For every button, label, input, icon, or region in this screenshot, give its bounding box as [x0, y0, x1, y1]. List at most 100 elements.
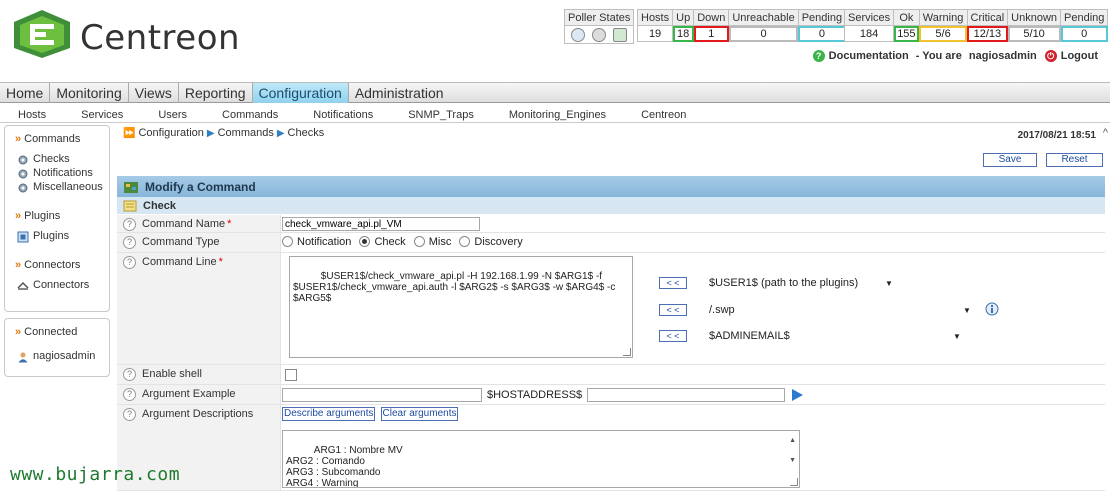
menu-views[interactable]: Views — [129, 83, 179, 103]
sidebar-item-miscellaneous[interactable]: Miscellaneous — [17, 181, 103, 194]
sidebar-item-notifications[interactable]: Notifications — [17, 167, 103, 180]
sidebar-item-plugins[interactable]: Plugins — [17, 230, 103, 243]
breadcrumb-item[interactable]: Commands — [218, 127, 274, 139]
insert-user-macro-button[interactable]: < < — [659, 277, 687, 289]
breadcrumb-item[interactable]: Configuration — [138, 127, 203, 139]
argument-descriptions-row: ? Argument Descriptions Describe argumen… — [117, 405, 1105, 491]
menu-reporting[interactable]: Reporting — [179, 83, 253, 103]
command-name-label: ? Command Name * — [117, 215, 281, 232]
reset-button[interactable]: Reset — [1046, 153, 1103, 167]
dropdown-arrow-icon[interactable]: ▼ — [885, 279, 893, 288]
collapse-chevron-icon[interactable]: ^ — [1103, 127, 1108, 139]
form-section-title: Check — [143, 199, 177, 212]
sidebar-item-connectors[interactable]: Connectors — [17, 279, 103, 292]
insert-resource-macro-button[interactable]: < < — [659, 304, 687, 316]
radio-check[interactable] — [359, 236, 371, 247]
scroll-up-icon[interactable]: ▲ — [789, 435, 796, 446]
services-warning[interactable]: 5/6 — [918, 25, 968, 42]
double-chevron-icon: » — [15, 259, 22, 271]
sidebar-item-checks[interactable]: Checks — [17, 153, 103, 166]
submenu-users[interactable]: Users — [158, 107, 222, 122]
argument-list-textarea[interactable]: ARG1 : Nombre MV ARG2 : Comando ARG3 : S… — [282, 430, 800, 488]
hosts-pending[interactable]: 0 — [797, 25, 847, 42]
poller-clock-icon[interactable] — [571, 27, 586, 42]
radio-label: Misc — [428, 236, 452, 248]
help-icon[interactable]: ? — [123, 236, 136, 249]
play-arrow-icon[interactable] — [790, 388, 804, 402]
breadcrumb: ⏩ Configuration ▶ Commands ▶ Checks — [123, 127, 324, 139]
dropdown-arrow-icon[interactable]: ▼ — [953, 332, 961, 341]
radio-misc[interactable] — [413, 236, 425, 247]
submenu-monitoring-engines[interactable]: Monitoring_Engines — [509, 107, 641, 122]
logout-icon[interactable]: ⏻ — [1044, 50, 1057, 62]
current-datetime: 2017/08/21 18:51 — [1017, 130, 1096, 141]
command-line-textarea[interactable]: $USER1$/check_vmware_api.pl -H 192.168.1… — [289, 256, 633, 358]
host-stats-header: Hosts — [636, 9, 674, 26]
services-ok[interactable]: 155 — [893, 25, 920, 42]
logout-link[interactable]: Logout — [1061, 50, 1098, 62]
hosts-up[interactable]: 18 — [672, 25, 695, 42]
field-label: Command Type — [142, 236, 220, 248]
describe-arguments-button[interactable]: Describe arguments — [282, 407, 376, 421]
required-marker: * — [227, 218, 232, 230]
sidebar-navigation: » Commands Checks Notifications Miscellan… — [4, 125, 110, 312]
help-icon[interactable]: ? — [123, 256, 136, 269]
submenu-notifications[interactable]: Notifications — [313, 107, 408, 122]
services-unknown[interactable]: 5/10 — [1007, 25, 1062, 42]
submenu-centreon[interactable]: Centreon — [641, 107, 704, 122]
poller-gear-icon[interactable] — [592, 27, 607, 42]
menu-configuration[interactable]: Configuration — [252, 83, 349, 103]
menu-administration[interactable]: Administration — [349, 83, 450, 103]
centreon-logo[interactable]: Centreon — [12, 8, 252, 60]
current-username: nagiosadmin — [968, 50, 1037, 62]
poller-arrow-icon[interactable] — [613, 27, 628, 42]
breadcrumb-item[interactable]: Checks — [288, 127, 325, 139]
help-icon[interactable]: ? — [123, 368, 136, 381]
admin-macro-select[interactable]: $ADMINEMAIL$ — [709, 330, 790, 342]
submenu-commands[interactable]: Commands — [222, 107, 313, 122]
save-button[interactable]: Save — [983, 153, 1037, 167]
services-critical[interactable]: 12/13 — [966, 25, 1009, 42]
service-stats-header: Critical — [966, 9, 1009, 26]
insert-admin-macro-button[interactable]: < < — [659, 330, 687, 342]
submenu-snmp-traps[interactable]: SNMP_Traps — [408, 107, 509, 122]
info-icon[interactable] — [985, 302, 999, 316]
sidebar-connected-user[interactable]: nagiosadmin — [17, 350, 103, 363]
argument-example-row: ? Argument Example $HOSTADDRESS$ — [117, 385, 1105, 405]
scroll-down-icon[interactable]: ▼ — [789, 455, 796, 466]
dropdown-arrow-icon[interactable]: ▼ — [963, 306, 971, 315]
help-icon[interactable]: ? — [123, 218, 136, 231]
clear-arguments-button[interactable]: Clear arguments — [380, 407, 459, 421]
resize-grip-icon[interactable] — [623, 348, 631, 356]
resource-macro-select[interactable]: /.swp — [709, 304, 735, 316]
documentation-link[interactable]: Documentation — [829, 50, 909, 62]
service-stats-header: Warning — [918, 9, 968, 26]
user-macro-select[interactable]: $USER1$ (path to the plugins) — [709, 277, 858, 289]
watermark-text: www.bujarra.com — [10, 464, 181, 485]
menu-monitoring[interactable]: Monitoring — [50, 83, 129, 103]
services-pending[interactable]: 0 — [1060, 25, 1109, 42]
radio-notification[interactable] — [282, 236, 293, 247]
argument-example-label: ? Argument Example — [117, 385, 281, 404]
argument-example-input[interactable] — [282, 387, 482, 402]
host-address-input[interactable] — [587, 387, 786, 402]
help-icon[interactable]: ? — [123, 388, 136, 401]
resize-grip-icon[interactable] — [790, 478, 798, 486]
sidebar-connected-title: » Connected — [15, 326, 103, 338]
submenu-services[interactable]: Services — [81, 107, 158, 122]
command-name-input[interactable] — [282, 217, 480, 231]
user-bar: ? Documentation - You are nagiosadmin ⏻ … — [812, 50, 1098, 62]
poller-states-table: Poller States — [563, 9, 635, 44]
enable-shell-row: ? Enable shell — [117, 365, 1105, 385]
submenu-hosts[interactable]: Hosts — [0, 107, 81, 122]
hosts-unreachable[interactable]: 0 — [728, 25, 799, 42]
hosts-down[interactable]: 1 — [693, 25, 730, 42]
services-total[interactable]: 184 — [843, 25, 895, 42]
hosts-total[interactable]: 19 — [636, 25, 674, 42]
double-chevron-icon: » — [15, 210, 22, 222]
enable-shell-checkbox[interactable] — [285, 369, 297, 381]
help-icon[interactable]: ? — [123, 408, 136, 421]
menu-home[interactable]: Home — [0, 83, 51, 103]
host-stats-header: Pending — [797, 9, 847, 26]
radio-discovery[interactable] — [459, 236, 471, 247]
